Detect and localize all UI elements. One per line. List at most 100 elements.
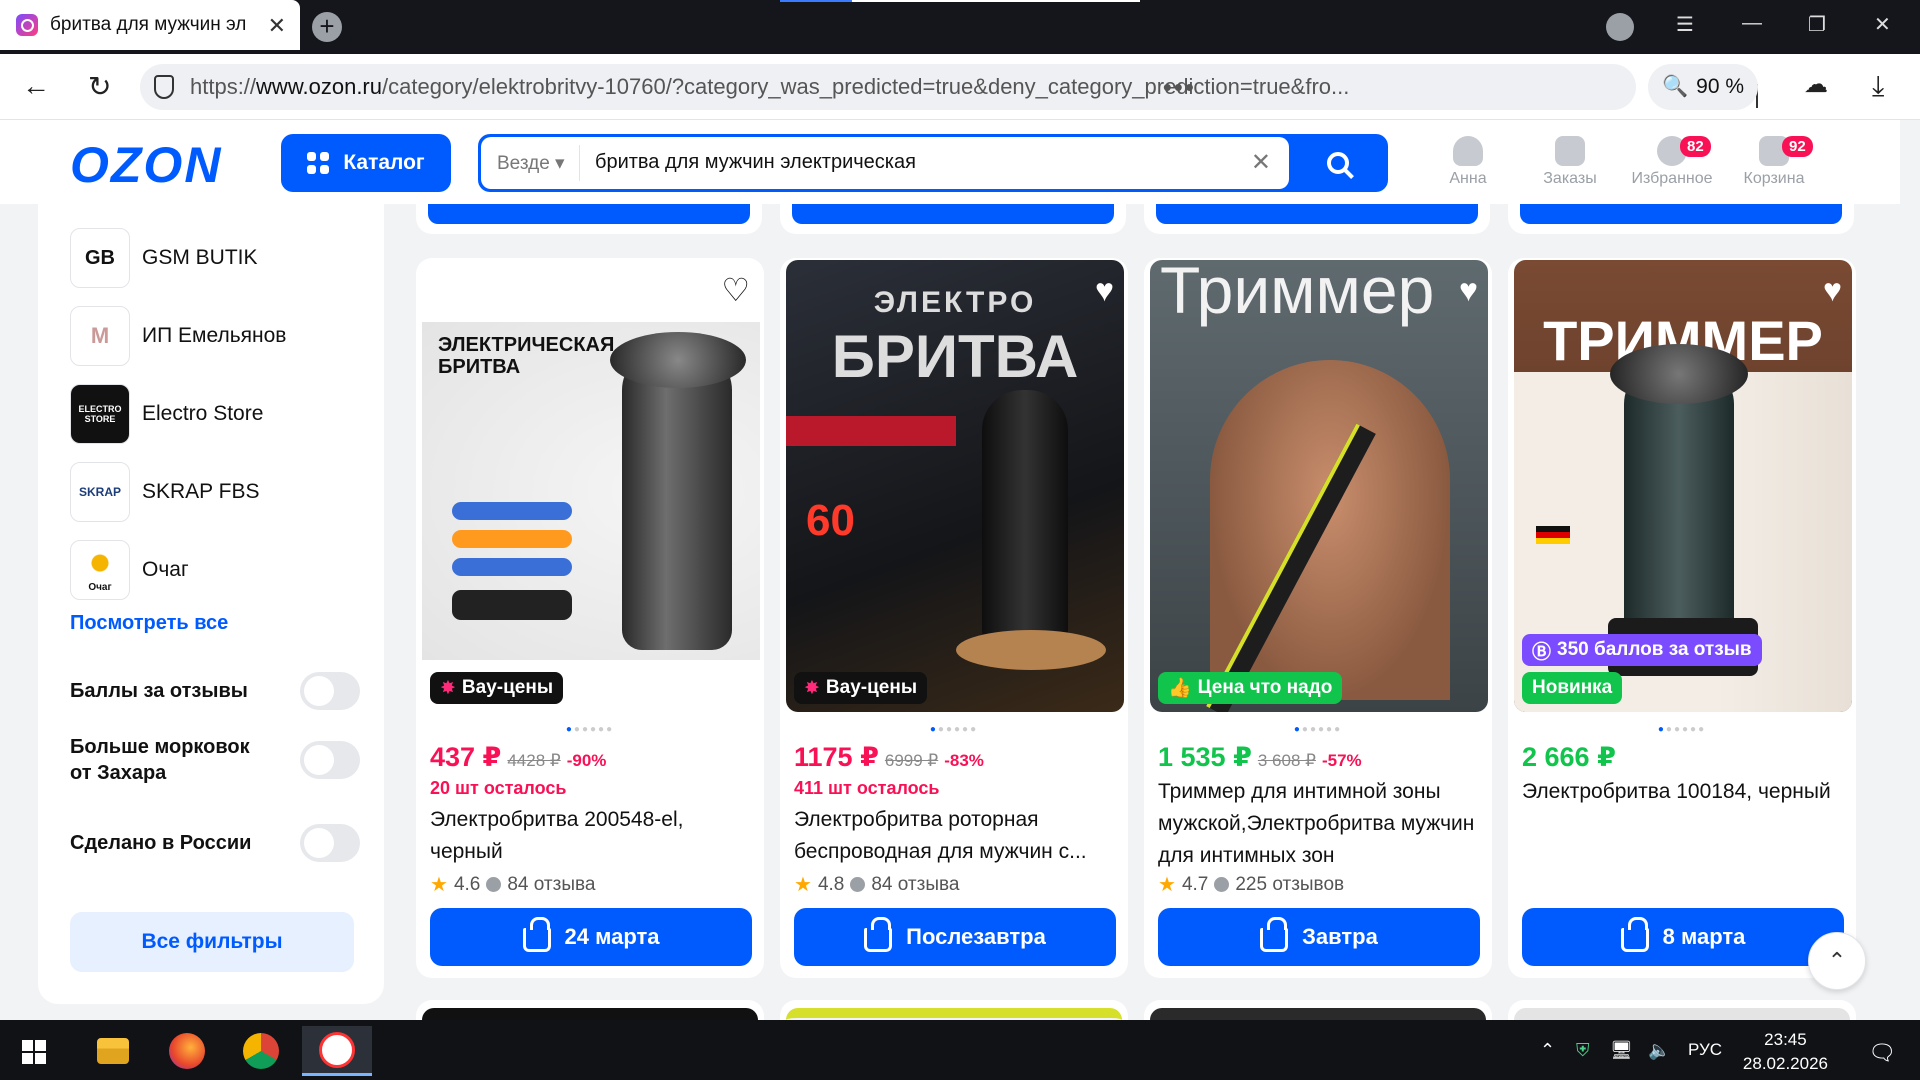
add-to-cart-button[interactable]: 24 марта xyxy=(430,908,752,966)
buy-button-partial[interactable] xyxy=(1156,204,1478,224)
buy-button-partial[interactable] xyxy=(428,204,750,224)
product-title[interactable]: Электробритва роторная беспроводная для … xyxy=(794,804,1124,868)
seller-filter-item[interactable]: GB GSM BUTIK xyxy=(70,228,258,288)
windows-start-icon[interactable] xyxy=(22,1040,46,1064)
scroll-to-top-button[interactable]: ⌃ xyxy=(1808,932,1866,990)
filter-toggle-row[interactable]: Баллы за отзывы xyxy=(70,672,360,710)
taskbar-chrome[interactable] xyxy=(226,1026,296,1076)
image-pagination-dots[interactable]: ●●●●●● xyxy=(416,724,764,735)
taskbar-explorer[interactable] xyxy=(78,1026,148,1076)
product-card-partial[interactable] xyxy=(416,1000,764,1020)
seller-filter-item[interactable]: Очаг Очаг xyxy=(70,540,189,600)
image-pagination-dots[interactable]: ●●●●●● xyxy=(1508,724,1856,735)
volume-icon[interactable]: 🔈 xyxy=(1648,1040,1670,1061)
reload-icon[interactable]: ↻ xyxy=(88,70,111,103)
search-button[interactable] xyxy=(1288,134,1388,192)
product-title[interactable]: Электробритва 200548-el, черный xyxy=(430,804,760,868)
filter-toggle-row[interactable]: Сделано в России xyxy=(70,824,360,862)
rating-value: 4.8 xyxy=(817,873,845,895)
delivery-date: 24 марта xyxy=(564,924,660,949)
download-icon[interactable]: ⤓ xyxy=(1872,70,1884,103)
product-card-partial xyxy=(780,204,1126,234)
url-field[interactable]: https://www.ozon.ru/category/elektrobrit… xyxy=(140,64,1758,110)
search-scope-select[interactable]: Везде ▾ xyxy=(497,152,565,175)
toggle-switch[interactable] xyxy=(300,824,360,862)
product-image[interactable]: Триммер ♥ 👍 Цена что надо xyxy=(1150,260,1488,712)
product-card[interactable]: Триммер ♥ 👍 Цена что надо ●●●●●● 1 535 ₽ … xyxy=(1144,258,1492,978)
product-card[interactable]: ЭЛЕКТРИЧЕСКАЯ БРИТВА ♡ ✸ Вау-цены ●●●●●● 4… xyxy=(416,258,764,978)
page-scrollbar[interactable] xyxy=(1900,120,1920,1071)
input-language[interactable]: РУС xyxy=(1688,1040,1722,1060)
product-card-partial[interactable] xyxy=(1508,1000,1856,1020)
notifications-icon[interactable]: 🗨 xyxy=(1868,1040,1896,1066)
menu-icon[interactable]: ☰ xyxy=(1676,12,1694,37)
favorite-heart-icon[interactable]: ♡ xyxy=(721,274,750,306)
taskbar-clock[interactable]: 23:45 28.02.2026 xyxy=(1743,1028,1828,1076)
defender-shield-icon[interactable]: ⛨ xyxy=(1576,1040,1590,1061)
filter-toggle-row[interactable]: Больше морковок от Захара xyxy=(70,734,360,786)
tab-title: бритва для мужчин эл xyxy=(50,14,247,35)
tab-close-icon[interactable]: ✕ xyxy=(268,13,286,39)
search-input[interactable]: бритва для мужчин электрическая xyxy=(595,151,916,174)
toggle-label: Сделано в России xyxy=(70,832,252,854)
product-card-partial xyxy=(1144,204,1490,234)
url-more-icon[interactable]: ••• xyxy=(1163,72,1196,103)
taskbar-yandex-browser[interactable] xyxy=(302,1026,372,1076)
buy-button-partial[interactable] xyxy=(792,204,1114,224)
product-card[interactable]: ЭЛЕКТРО БРИТВА 60 ♥ ✸ Вау-цены ●●●●●● 117… xyxy=(780,258,1128,978)
all-filters-button[interactable]: Все фильтры xyxy=(70,912,354,972)
reviews-count[interactable]: 84 отзыва xyxy=(507,874,595,896)
toggle-switch[interactable] xyxy=(300,741,360,779)
see-all-sellers-link[interactable]: Посмотреть все xyxy=(70,612,228,635)
zoom-indicator[interactable]: 🔍 90 % xyxy=(1648,64,1758,110)
add-to-cart-button[interactable]: 8 марта xyxy=(1522,908,1844,966)
product-card[interactable]: ТРИММЕР ♥ Ⓑ 350 баллов за отзыв Новинка ●… xyxy=(1508,258,1856,978)
tray-chevron-icon[interactable]: ⌃ xyxy=(1540,1040,1555,1061)
product-image[interactable]: ЭЛЕКТРИЧЕСКАЯ БРИТВА ♡ ✸ Вау-цены xyxy=(422,260,760,712)
toggle-label: Больше морковок от Захара xyxy=(70,736,250,784)
back-arrow-icon[interactable]: ← xyxy=(22,70,50,102)
close-window-icon[interactable]: ✕ xyxy=(1874,12,1891,37)
product-image[interactable]: ЭЛЕКТРО БРИТВА 60 ♥ ✸ Вау-цены xyxy=(786,260,1124,712)
header-favorites[interactable]: 82 Избранное xyxy=(1622,136,1722,188)
search-field[interactable]: Везде ▾ бритва для мужчин электрическая … xyxy=(481,137,1289,189)
favorite-heart-icon[interactable]: ♥ xyxy=(1459,274,1478,306)
feature-pill xyxy=(452,590,572,620)
profile-avatar-icon[interactable] xyxy=(1606,13,1634,41)
reviews-count[interactable]: 225 отзывов xyxy=(1235,874,1344,896)
ozon-logo[interactable]: OZON xyxy=(70,136,222,194)
product-card-partial[interactable] xyxy=(1144,1000,1492,1020)
new-tab-button[interactable]: + xyxy=(312,12,342,42)
product-title[interactable]: Электробритва 100184, черный xyxy=(1522,776,1852,808)
toggle-switch[interactable] xyxy=(300,672,360,710)
seller-filter-item[interactable]: ELECTRO STORE Electro Store xyxy=(70,384,263,444)
minimize-icon[interactable]: — xyxy=(1742,12,1762,35)
seller-filter-item[interactable]: M ИП Емельянов xyxy=(70,306,286,366)
extensions-icon[interactable]: ☁ xyxy=(1804,70,1828,99)
add-to-cart-button[interactable]: Завтра xyxy=(1158,908,1480,966)
header-orders[interactable]: Заказы xyxy=(1520,136,1620,188)
network-icon[interactable]: 🖥 xyxy=(1610,1040,1633,1061)
clear-search-icon[interactable]: ✕ xyxy=(1251,148,1271,177)
product-image[interactable]: ТРИММЕР ♥ Ⓑ 350 баллов за отзыв Новинка xyxy=(1514,260,1852,712)
product-card-partial[interactable] xyxy=(780,1000,1128,1020)
restore-icon[interactable]: ❐ xyxy=(1808,12,1826,37)
favorite-heart-icon[interactable]: ♥ xyxy=(1095,274,1114,306)
header-cart[interactable]: 92 Корзина xyxy=(1724,136,1824,188)
image-pagination-dots[interactable]: ●●●●●● xyxy=(1144,724,1492,735)
reviews-count[interactable]: 84 отзыва xyxy=(871,874,959,896)
browser-tab-active[interactable]: бритва для мужчин эл ✕ xyxy=(0,0,300,50)
price-row: 2 666 ₽ xyxy=(1522,742,1616,773)
buy-button-partial[interactable] xyxy=(1520,204,1842,224)
delivery-date: Послезавтра xyxy=(906,924,1046,949)
image-pagination-dots[interactable]: ●●●●●● xyxy=(780,724,1128,735)
product-title[interactable]: Триммер для интимной зоны мужской,Электр… xyxy=(1158,776,1488,872)
favorite-heart-icon[interactable]: ♥ xyxy=(1823,274,1842,306)
search-bar: Везде ▾ бритва для мужчин электрическая … xyxy=(478,134,1388,192)
seller-filter-item[interactable]: SKRAP SKRAP FBS xyxy=(70,462,260,522)
taskbar-firefox[interactable] xyxy=(152,1026,222,1076)
header-profile[interactable]: Анна xyxy=(1418,136,1518,188)
add-to-cart-button[interactable]: Послезавтра xyxy=(794,908,1116,966)
security-shield-icon[interactable] xyxy=(154,75,174,99)
catalog-button[interactable]: Каталог xyxy=(281,134,451,192)
